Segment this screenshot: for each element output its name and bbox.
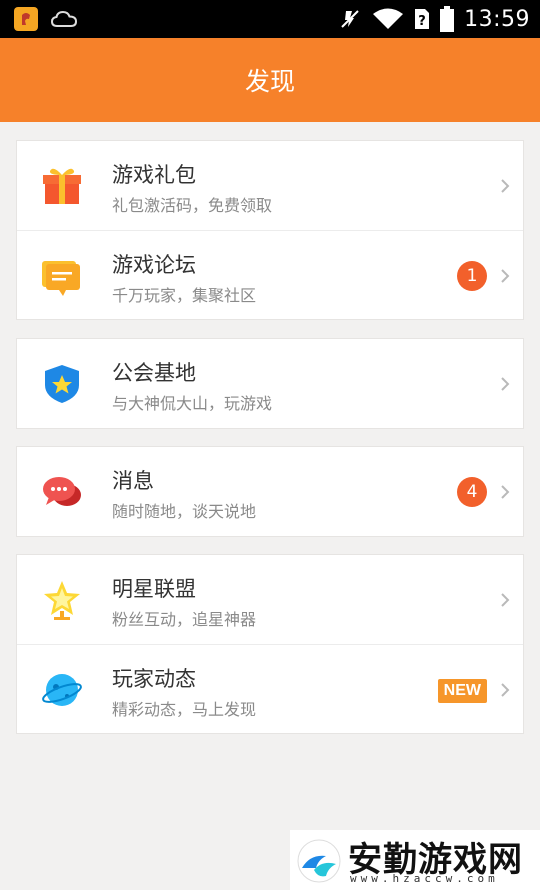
status-bar: ? 13:59 <box>0 0 540 38</box>
list-item-subtitle: 千万玩家，集聚社区 <box>112 286 257 305</box>
list-item-subtitle: 与大神侃大山，玩游戏 <box>112 394 273 413</box>
mute-icon <box>341 10 359 28</box>
chevron-right-icon <box>501 377 510 391</box>
list-item-messages[interactable]: 消息 随时随地，谈天说地 4 <box>17 447 523 536</box>
sim-icon: ? <box>415 9 430 29</box>
wifi-icon <box>373 8 404 29</box>
list-item-game-forum[interactable]: 游戏论坛 千万玩家，集聚社区 1 <box>17 230 523 319</box>
list-item-player-feed[interactable]: 玩家动态 精彩动态，马上发现 NEW <box>17 644 523 733</box>
chevron-right-icon <box>501 485 510 499</box>
app-notification-icon <box>14 7 38 31</box>
discover-group-1: 游戏礼包 礼包激活码，免费领取 游戏论坛 千万玩家，集聚社区 1 <box>16 140 524 320</box>
unread-badge: 1 <box>457 261 487 291</box>
list-item-title: 公会基地 <box>112 361 196 385</box>
list-item-subtitle: 精彩动态，马上发现 <box>112 700 257 719</box>
chat-icon <box>43 477 81 506</box>
app-bar: 发现 <box>0 38 540 122</box>
list-item-subtitle: 随时随地，谈天说地 <box>112 502 257 521</box>
discover-group-3: 消息 随时随地，谈天说地 4 <box>16 446 524 537</box>
watermark-url: www.hzaccw.com <box>350 872 499 885</box>
list-item-star-alliance[interactable]: 明星联盟 粉丝互动，追星神器 <box>17 555 523 644</box>
chevron-right-icon <box>501 593 510 607</box>
forum-icon <box>42 261 80 296</box>
battery-icon <box>440 6 455 32</box>
cloud-icon <box>51 10 77 27</box>
list-item-title: 游戏礼包 <box>112 163 196 187</box>
list-item-title: 玩家动态 <box>112 667 196 691</box>
star-trophy-icon <box>44 581 80 620</box>
discover-group-4: 明星联盟 粉丝互动，追星神器 玩家动态 精彩动态，马上发现 NEW <box>16 554 524 734</box>
list-item-title: 消息 <box>112 469 154 493</box>
site-watermark: 安勤游戏网 www.hzaccw.com <box>290 830 540 890</box>
svg-text:?: ? <box>418 14 426 29</box>
status-time: 13:59 <box>464 6 530 32</box>
list-item-title: 明星联盟 <box>112 577 196 601</box>
new-tag: NEW <box>437 679 487 703</box>
page-title: 发现 <box>244 67 295 96</box>
planet-icon <box>42 674 82 706</box>
watermark-logo-icon <box>297 839 341 883</box>
unread-badge: 4 <box>457 477 487 507</box>
chevron-right-icon <box>501 269 510 283</box>
list-item-guild-base[interactable]: 公会基地 与大神侃大山，玩游戏 <box>17 339 523 428</box>
gift-icon <box>43 168 81 204</box>
chevron-right-icon <box>501 683 510 697</box>
list-item-subtitle: 礼包激活码，免费领取 <box>112 196 273 215</box>
list-item-game-gift[interactable]: 游戏礼包 礼包激活码，免费领取 <box>17 141 523 230</box>
list-item-subtitle: 粉丝互动，追星神器 <box>112 610 257 629</box>
shield-icon <box>45 365 79 403</box>
chevron-right-icon <box>501 179 510 193</box>
discover-group-2: 公会基地 与大神侃大山，玩游戏 <box>16 338 524 429</box>
list-item-title: 游戏论坛 <box>112 253 196 277</box>
